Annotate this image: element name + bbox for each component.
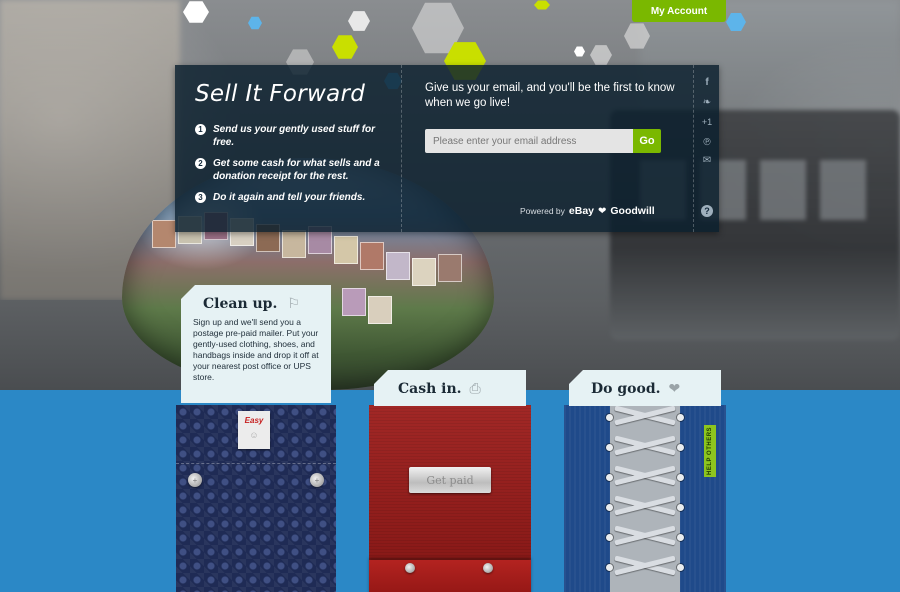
house bbox=[334, 236, 358, 264]
pocket-cash-in: Get paid bbox=[369, 405, 531, 592]
pocket-rivet bbox=[405, 563, 415, 573]
do-good-header: Do good. ❤ bbox=[591, 380, 680, 397]
easy-label-text: Easy bbox=[244, 416, 264, 425]
help-others-tag[interactable]: HELP OTHERS bbox=[704, 425, 716, 477]
eyelet bbox=[677, 414, 684, 421]
eyelet bbox=[606, 474, 613, 481]
clean-up-header: Clean up. ⚐ bbox=[203, 295, 300, 312]
email-icon[interactable]: ✉ bbox=[694, 155, 720, 166]
heart-icon: ❤ bbox=[668, 380, 681, 396]
step-text: Get some cash for what sells and a donat… bbox=[213, 158, 380, 182]
ebay-logo: eBay bbox=[568, 205, 594, 217]
steps-list: 1 Send us your gently used stuff for fre… bbox=[195, 123, 395, 212]
signup-prompt: Give us your email, and you'll be the fi… bbox=[425, 82, 675, 109]
decorative-hexagon bbox=[332, 35, 358, 59]
eyelet bbox=[606, 414, 613, 421]
step-text: Send us your gently used stuff for free. bbox=[213, 124, 376, 148]
signup-panel: Sell It Forward 1 Send us your gently us… bbox=[175, 65, 719, 232]
decorative-hexagon bbox=[534, 0, 550, 10]
get-paid-plate[interactable]: Get paid bbox=[409, 467, 491, 493]
pinterest-icon[interactable]: ℗ bbox=[694, 137, 720, 148]
smiley-icon: ☺ bbox=[249, 430, 259, 440]
goodwill-logo: Goodwill bbox=[610, 205, 655, 217]
do-good-card[interactable]: Do good. ❤ bbox=[569, 370, 721, 406]
easy-label-tag: Easy ☺ bbox=[238, 411, 270, 449]
step-number: 3 bbox=[195, 192, 206, 203]
house bbox=[152, 220, 176, 248]
brand-logo-text: Sell It Forward bbox=[195, 81, 366, 107]
eyelet bbox=[677, 474, 684, 481]
social-sidebar: f ❧ +1 ℗ ✉ ? bbox=[693, 65, 720, 232]
pocket-rivet bbox=[483, 563, 493, 573]
help-icon[interactable]: ? bbox=[701, 205, 713, 217]
cable-car-window bbox=[760, 160, 806, 220]
cash-in-title: Cash in. bbox=[398, 380, 462, 397]
eyelet bbox=[606, 564, 613, 571]
step-item: 1 Send us your gently used stuff for fre… bbox=[195, 123, 395, 149]
decorative-hexagon bbox=[183, 1, 209, 23]
step-number: 1 bbox=[195, 124, 206, 135]
step-item: 3 Do it again and tell your friends. bbox=[195, 191, 395, 204]
house bbox=[282, 230, 306, 258]
house bbox=[386, 252, 410, 280]
spray-bottle-icon: ⚐ bbox=[287, 295, 300, 311]
eyelet bbox=[677, 564, 684, 571]
house bbox=[360, 242, 384, 270]
powered-by: Powered by eBay ❤ Goodwill bbox=[520, 205, 655, 217]
pocket-flap bbox=[369, 560, 531, 592]
decorative-hexagon bbox=[574, 46, 585, 57]
clean-up-card[interactable]: Clean up. ⚐ Sign up and we'll send you a… bbox=[181, 285, 331, 403]
decorative-hexagon bbox=[590, 45, 612, 65]
cash-in-card[interactable]: Cash in. ⎙ bbox=[374, 370, 526, 406]
pocket-button: + bbox=[188, 473, 202, 487]
eyelet bbox=[677, 504, 684, 511]
pocket-clean-up: Easy ☺ + + bbox=[176, 405, 336, 592]
google-plus-icon[interactable]: +1 bbox=[694, 117, 720, 127]
page: My Account Sell It Forward 1 Send us you… bbox=[0, 0, 900, 592]
clean-up-description: Sign up and we'll send you a postage pre… bbox=[193, 317, 319, 382]
decorative-hexagon bbox=[348, 11, 370, 31]
house bbox=[438, 254, 462, 282]
heart-icon: ❤ bbox=[598, 205, 607, 217]
cash-in-header: Cash in. ⎙ bbox=[398, 380, 481, 397]
cash-register-icon: ⎙ bbox=[469, 380, 481, 396]
step-text: Do it again and tell your friends. bbox=[213, 192, 366, 203]
pocket-button: + bbox=[310, 473, 324, 487]
facebook-icon[interactable]: f bbox=[694, 77, 720, 88]
house bbox=[368, 296, 392, 324]
eyelet bbox=[606, 504, 613, 511]
email-form: Go bbox=[425, 129, 661, 153]
twitter-icon[interactable]: ❧ bbox=[694, 97, 720, 108]
pocket-stitch bbox=[176, 463, 336, 464]
go-button[interactable]: Go bbox=[633, 129, 661, 153]
clean-up-title: Clean up. bbox=[203, 295, 278, 312]
cable-car-window bbox=[820, 160, 866, 220]
eyelet bbox=[677, 534, 684, 541]
eyelet bbox=[606, 444, 613, 451]
step-number: 2 bbox=[195, 158, 206, 169]
email-input[interactable] bbox=[425, 129, 633, 153]
decorative-hexagon bbox=[248, 16, 262, 30]
eyelet bbox=[606, 534, 613, 541]
my-account-button[interactable]: My Account bbox=[632, 0, 726, 22]
house bbox=[412, 258, 436, 286]
email-signup: Give us your email, and you'll be the fi… bbox=[425, 81, 685, 153]
how-it-works: Sell It Forward 1 Send us your gently us… bbox=[175, 65, 402, 232]
pocket-do-good: HELP OTHERS bbox=[564, 405, 726, 592]
step-item: 2 Get some cash for what sells and a don… bbox=[195, 157, 395, 183]
house bbox=[342, 288, 366, 316]
powered-by-label: Powered by bbox=[520, 206, 565, 216]
do-good-title: Do good. bbox=[591, 380, 661, 397]
eyelet bbox=[677, 444, 684, 451]
